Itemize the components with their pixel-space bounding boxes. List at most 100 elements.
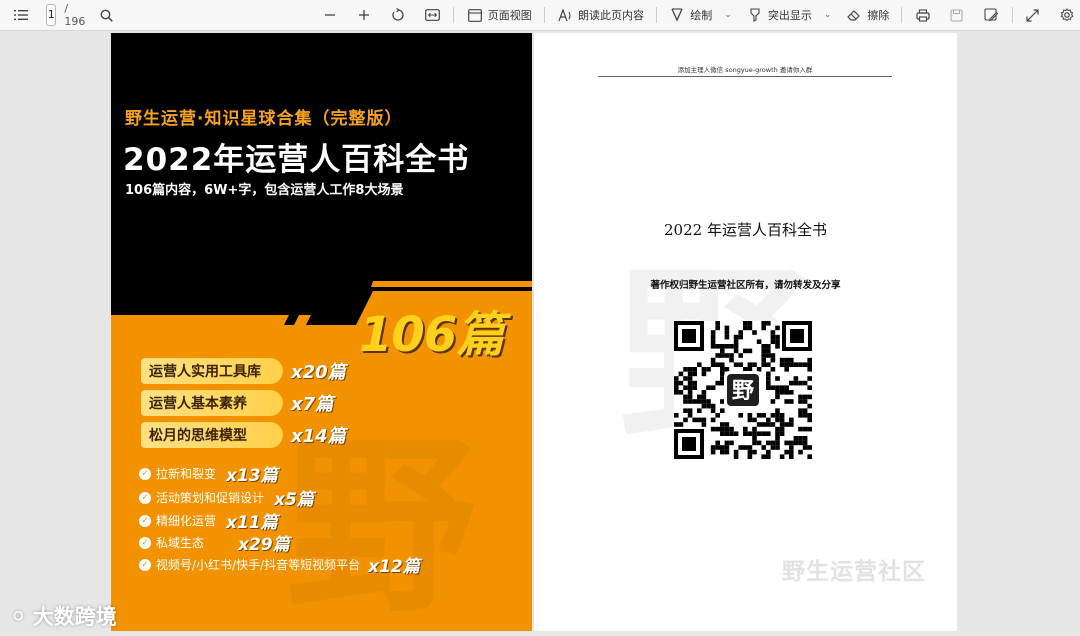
qr-module [779,390,785,395]
qr-module [687,380,693,386]
qr-module [724,426,730,432]
qr-module [692,371,697,377]
qr-module [752,440,757,446]
draw-icon [668,6,686,24]
read-aloud-button[interactable]: 朗读此页内容 [552,3,648,27]
qr-module [678,380,684,386]
qr-module [798,449,803,455]
qr-module [798,399,803,404]
qr-module [720,371,725,377]
document-viewer[interactable]: 野 野生运营·知识星球合集（完整版） 2022年运营人百科全书 106篇内容，6… [0,31,1080,636]
qr-module [761,422,766,427]
qr-module [733,449,739,455]
qr-module [733,334,739,340]
qr-module [701,371,707,377]
brand-logo-icon: ⚪ [10,604,27,628]
qr-module [674,385,679,390]
qr-module [756,367,762,372]
qr-module [766,362,771,367]
settings-button[interactable] [1054,3,1080,27]
qr-module [761,413,766,418]
check-icon: ✓ [139,491,151,504]
cover-description: 106篇内容，6W+字，包含运营人工作8大场景 [125,183,404,198]
qr-module [701,422,707,427]
highlight-icon [746,6,764,24]
qr-module [807,454,812,459]
fullscreen-button[interactable] [1020,3,1046,27]
qr-module [761,325,766,331]
read-aloud-label: 朗读此页内容 [578,9,644,22]
fit-width-button[interactable] [419,3,445,27]
save-button[interactable] [944,3,970,27]
qr-module [775,436,780,441]
topic-label: 活动策划和促销设计 [156,491,265,505]
qr-module [793,376,799,381]
qr-module [720,449,725,455]
qr-module [761,344,766,349]
qr-module [802,413,808,418]
qr-module [779,422,785,427]
qr-module [687,385,693,390]
highlight-label: 突出显示 [767,9,812,22]
qr-module [789,440,794,446]
qr-module [789,357,794,363]
qr-module [720,426,725,432]
draw-button[interactable]: 绘制 ⌄ [664,3,736,27]
qr-module [687,413,693,418]
pill-count: x7篇 [291,394,334,415]
qr-module [775,440,780,446]
category-pill: 运营人实用工具库 x20篇 [141,358,346,384]
zoom-in-button[interactable] [351,3,377,27]
qr-module [701,390,707,395]
page-number-input[interactable]: 1 [46,4,57,26]
pill-label: 松月的思维模型 [141,422,283,448]
erase-button[interactable]: 擦除 [841,3,893,27]
category-pill: 运营人基本素养 x7篇 [141,390,333,416]
save-icon [948,6,966,24]
rotate-button[interactable] [385,3,411,27]
qr-module [706,403,711,409]
topic-count: x12篇 [368,557,420,577]
qr-module [761,454,766,459]
qr-module [692,417,697,423]
zoom-out-icon [321,6,339,24]
qr-module [798,413,803,418]
qr-module [798,380,803,386]
qr-module [701,403,707,409]
qr-module [710,408,716,413]
print-icon [914,6,932,24]
highlight-button[interactable]: 突出显示 ⌄ [742,3,836,27]
qr-module [747,431,753,436]
save-as-button[interactable] [978,3,1004,27]
qr-module [678,422,684,427]
search-button[interactable] [93,3,119,27]
qr-module [710,334,716,340]
qr-module [789,449,794,455]
topic-label: 精细化运营 [156,514,217,528]
print-button[interactable] [910,3,936,27]
qr-module [715,445,720,450]
qr-module [720,344,725,349]
qr-module [710,449,716,455]
qr-module [789,422,794,427]
qr-module [687,371,693,377]
qr-module [687,408,693,413]
draw-label: 绘制 [690,9,713,22]
qr-module [701,394,707,400]
qr-module [779,426,785,432]
qr-module [770,399,776,404]
chevron-down-icon[interactable]: ⌄ [724,10,732,20]
qr-module [743,321,748,326]
topic-item: ✓ 活动策划和促销设计 x5篇 [139,485,314,510]
qr-module [779,413,785,418]
qr-module [807,403,812,409]
qr-module [775,339,780,344]
toc-button[interactable] [8,3,34,27]
chevron-down-icon[interactable]: ⌄ [824,10,832,20]
check-icon: ✓ [139,467,151,480]
qr-module [775,417,780,423]
page-view-button[interactable]: 页面视图 [462,3,536,27]
zoom-out-button[interactable] [317,3,343,27]
qr-module [697,399,702,404]
qr-module [683,399,688,404]
